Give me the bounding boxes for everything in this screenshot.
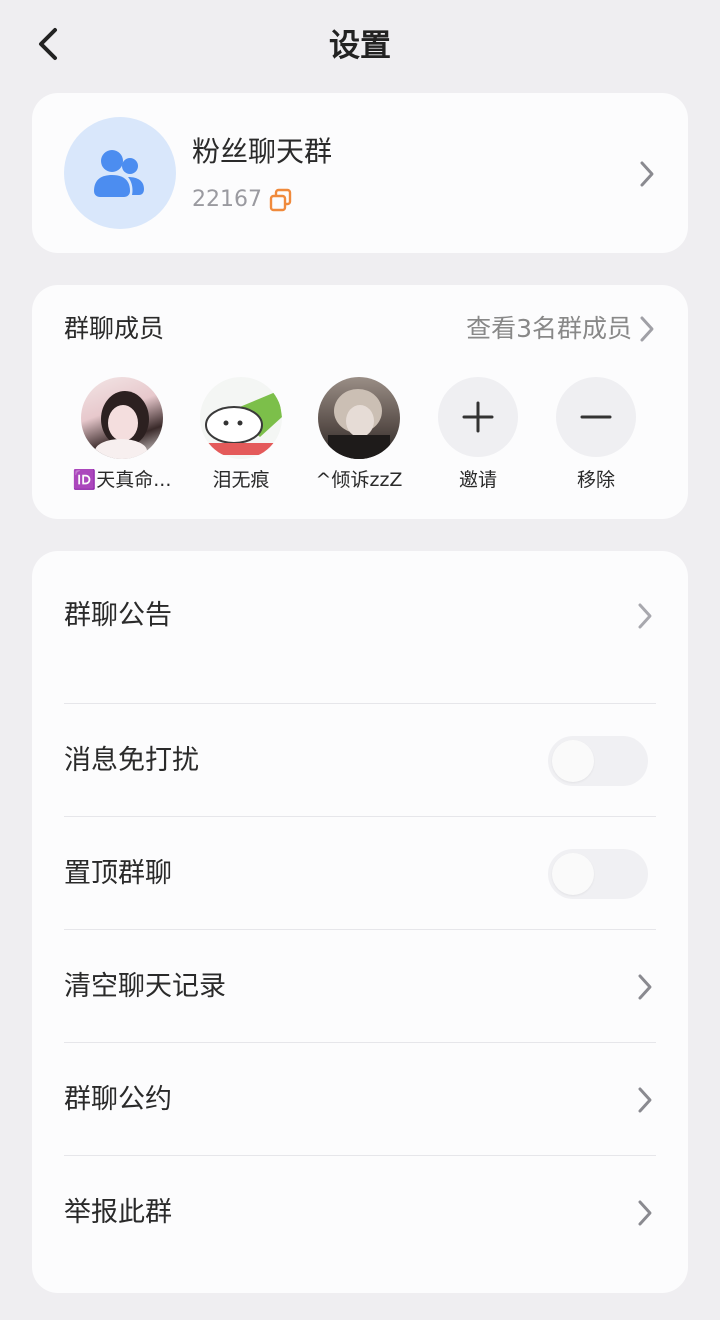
- clear-history-row[interactable]: 清空聊天记录: [64, 930, 656, 1043]
- page-title: 设置: [329, 28, 391, 64]
- member-item[interactable]: ^倾诉zzZ: [304, 377, 414, 493]
- chevron-right-icon: [634, 970, 656, 1004]
- mute-row: 消息免打扰: [64, 704, 656, 817]
- pin-row: 置顶群聊: [64, 817, 656, 930]
- pin-label: 置顶群聊: [64, 858, 172, 889]
- mute-toggle[interactable]: [548, 736, 648, 786]
- invite-member-button[interactable]: 邀请: [423, 377, 533, 493]
- chevron-right-icon: [634, 1196, 656, 1230]
- minus-icon: [580, 415, 612, 419]
- copy-icon: [269, 188, 292, 212]
- toggle-knob: [552, 740, 594, 782]
- member-avatar: [81, 377, 163, 459]
- clear-history-label: 清空聊天记录: [64, 971, 226, 1002]
- chevron-right-icon: [634, 599, 656, 633]
- member-name: 泪无痕: [212, 469, 270, 491]
- report-row[interactable]: 举报此群: [64, 1156, 656, 1269]
- mute-label: 消息免打扰: [64, 745, 199, 776]
- chevron-right-icon: [636, 157, 658, 191]
- group-info-card[interactable]: 粉丝聊天群 22167: [32, 93, 688, 253]
- rules-row[interactable]: 群聊公约: [64, 1043, 656, 1156]
- group-users-icon: [94, 150, 144, 197]
- rules-label: 群聊公约: [64, 1084, 172, 1115]
- copy-id-button[interactable]: [268, 187, 296, 215]
- member-name: 🆔天真命...: [72, 469, 172, 491]
- member-item[interactable]: 🆔天真命...: [67, 377, 177, 493]
- member-item[interactable]: 泪无痕: [186, 377, 296, 493]
- top-bar: 设置: [0, 0, 720, 92]
- member-name: ^倾诉zzZ: [315, 469, 403, 491]
- pin-toggle[interactable]: [548, 849, 648, 899]
- plus-icon: [462, 401, 494, 433]
- remove-button-circle: [556, 377, 636, 457]
- remove-member-button[interactable]: 移除: [541, 377, 651, 493]
- group-id: 22167: [192, 187, 262, 212]
- chevron-right-icon: [636, 312, 658, 346]
- member-avatar: [200, 377, 282, 459]
- group-name: 粉丝聊天群: [192, 135, 333, 168]
- chevron-right-icon: [634, 1083, 656, 1117]
- settings-card: 群聊公告 消息免打扰 置顶群聊 清空聊天记录 群聊公约 举报此群: [32, 551, 688, 1293]
- invite-button-circle: [438, 377, 518, 457]
- members-title: 群聊成员: [64, 314, 165, 343]
- remove-label: 移除: [576, 469, 615, 491]
- group-avatar: [64, 117, 176, 229]
- toggle-knob: [552, 853, 594, 895]
- invite-label: 邀请: [458, 469, 497, 491]
- report-label: 举报此群: [64, 1197, 172, 1228]
- members-card: 群聊成员 查看3名群成员 🆔天真命... 泪无痕 ^倾诉zzZ 邀请 移除: [32, 285, 688, 519]
- view-all-members-link[interactable]: 查看3名群成员: [466, 311, 632, 347]
- announcement-row[interactable]: 群聊公告: [64, 551, 656, 704]
- announcement-label: 群聊公告: [64, 600, 172, 631]
- member-avatar: [318, 377, 400, 459]
